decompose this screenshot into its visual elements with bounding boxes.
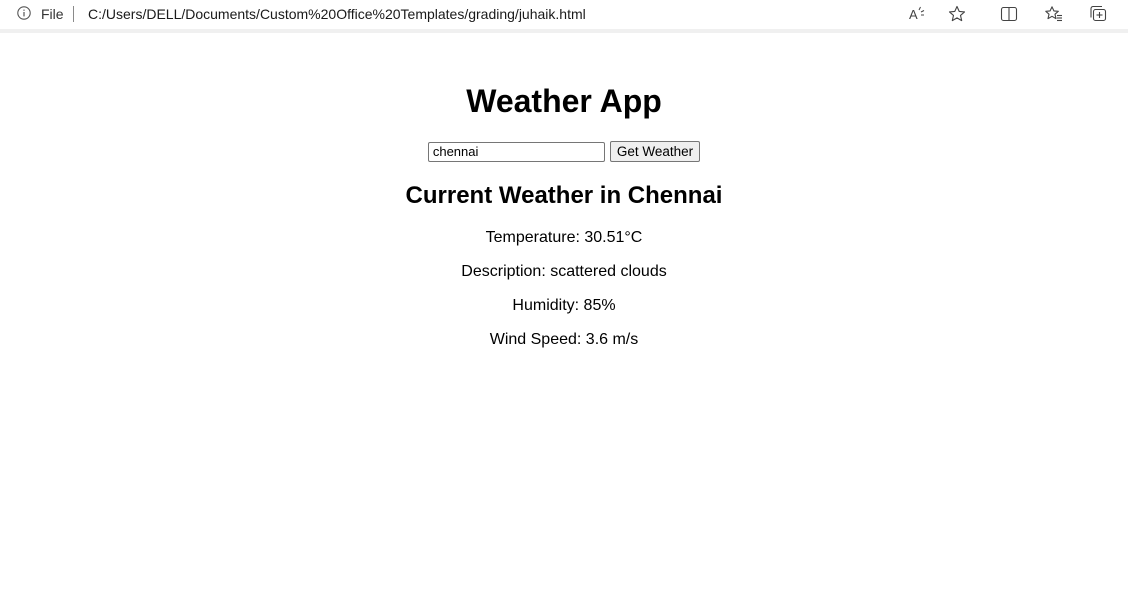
split-screen-icon[interactable]: [1000, 5, 1018, 23]
temperature-text: Temperature: 30.51°C: [485, 229, 643, 246]
humidity-text: Humidity: 85%: [512, 297, 616, 314]
address-divider: [73, 6, 74, 22]
info-icon[interactable]: [17, 6, 31, 20]
collections-icon[interactable]: [1089, 5, 1107, 23]
current-weather-heading: Current Weather in Chennai: [405, 182, 723, 209]
favorite-star-icon[interactable]: [948, 5, 966, 23]
page-content: Weather App Get Weather Current Weather …: [0, 33, 1128, 604]
get-weather-button[interactable]: Get Weather: [609, 141, 701, 162]
read-aloud-icon[interactable]: A: [908, 5, 926, 23]
browser-toolbar: File C:/Users/DELL/Documents/Custom%20Of…: [0, 0, 1128, 33]
page-title: Weather App: [466, 83, 662, 119]
city-input[interactable]: [427, 141, 605, 162]
description-text: Description: scattered clouds: [461, 263, 667, 280]
file-scheme-label: File: [41, 6, 64, 22]
address-bar[interactable]: File C:/Users/DELL/Documents/Custom%20Of…: [0, 0, 982, 29]
favorites-icon[interactable]: [1045, 5, 1063, 23]
search-row: Get Weather: [0, 141, 1128, 162]
url-text[interactable]: C:/Users/DELL/Documents/Custom%20Office%…: [88, 6, 586, 22]
svg-text:A: A: [909, 7, 918, 22]
wind-speed-text: Wind Speed: 3.6 m/s: [489, 331, 639, 348]
